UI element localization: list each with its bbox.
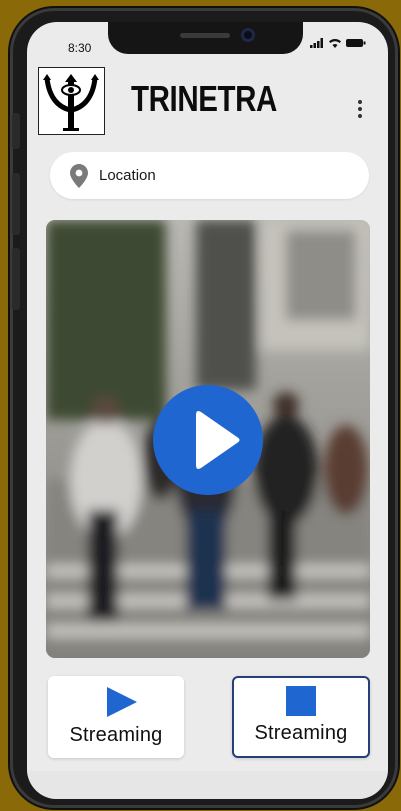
stop-streaming-button[interactable]: Streaming (232, 676, 370, 758)
notch (108, 22, 303, 54)
play-icon (196, 411, 240, 469)
stop-square-icon (286, 686, 316, 716)
location-field[interactable]: Location (50, 152, 369, 199)
status-time: 8:30 (68, 41, 92, 55)
home-bar (27, 771, 388, 799)
more-vertical-icon[interactable] (358, 100, 364, 118)
signal-icon (310, 38, 323, 48)
play-triangle-icon (107, 687, 137, 717)
side-button (12, 173, 20, 235)
side-button (12, 248, 20, 310)
play-button[interactable] (153, 385, 263, 495)
battery-icon (346, 39, 366, 47)
location-label: Location (99, 167, 156, 184)
wifi-icon (329, 39, 341, 48)
speaker-grille (180, 33, 230, 38)
start-streaming-button[interactable]: Streaming (48, 676, 184, 758)
app-screen: 8:30 TRINETRA Location Streaming Streami… (27, 22, 388, 799)
status-icons (310, 38, 366, 48)
video-preview[interactable] (46, 220, 370, 658)
stop-streaming-label: Streaming (254, 722, 348, 744)
brand-title: TRINETRA (131, 78, 277, 119)
location-pin-icon (70, 163, 88, 188)
front-camera (241, 28, 255, 42)
start-streaming-label: Streaming (69, 724, 163, 746)
side-button (12, 113, 20, 149)
trident-eye-logo (38, 67, 105, 135)
